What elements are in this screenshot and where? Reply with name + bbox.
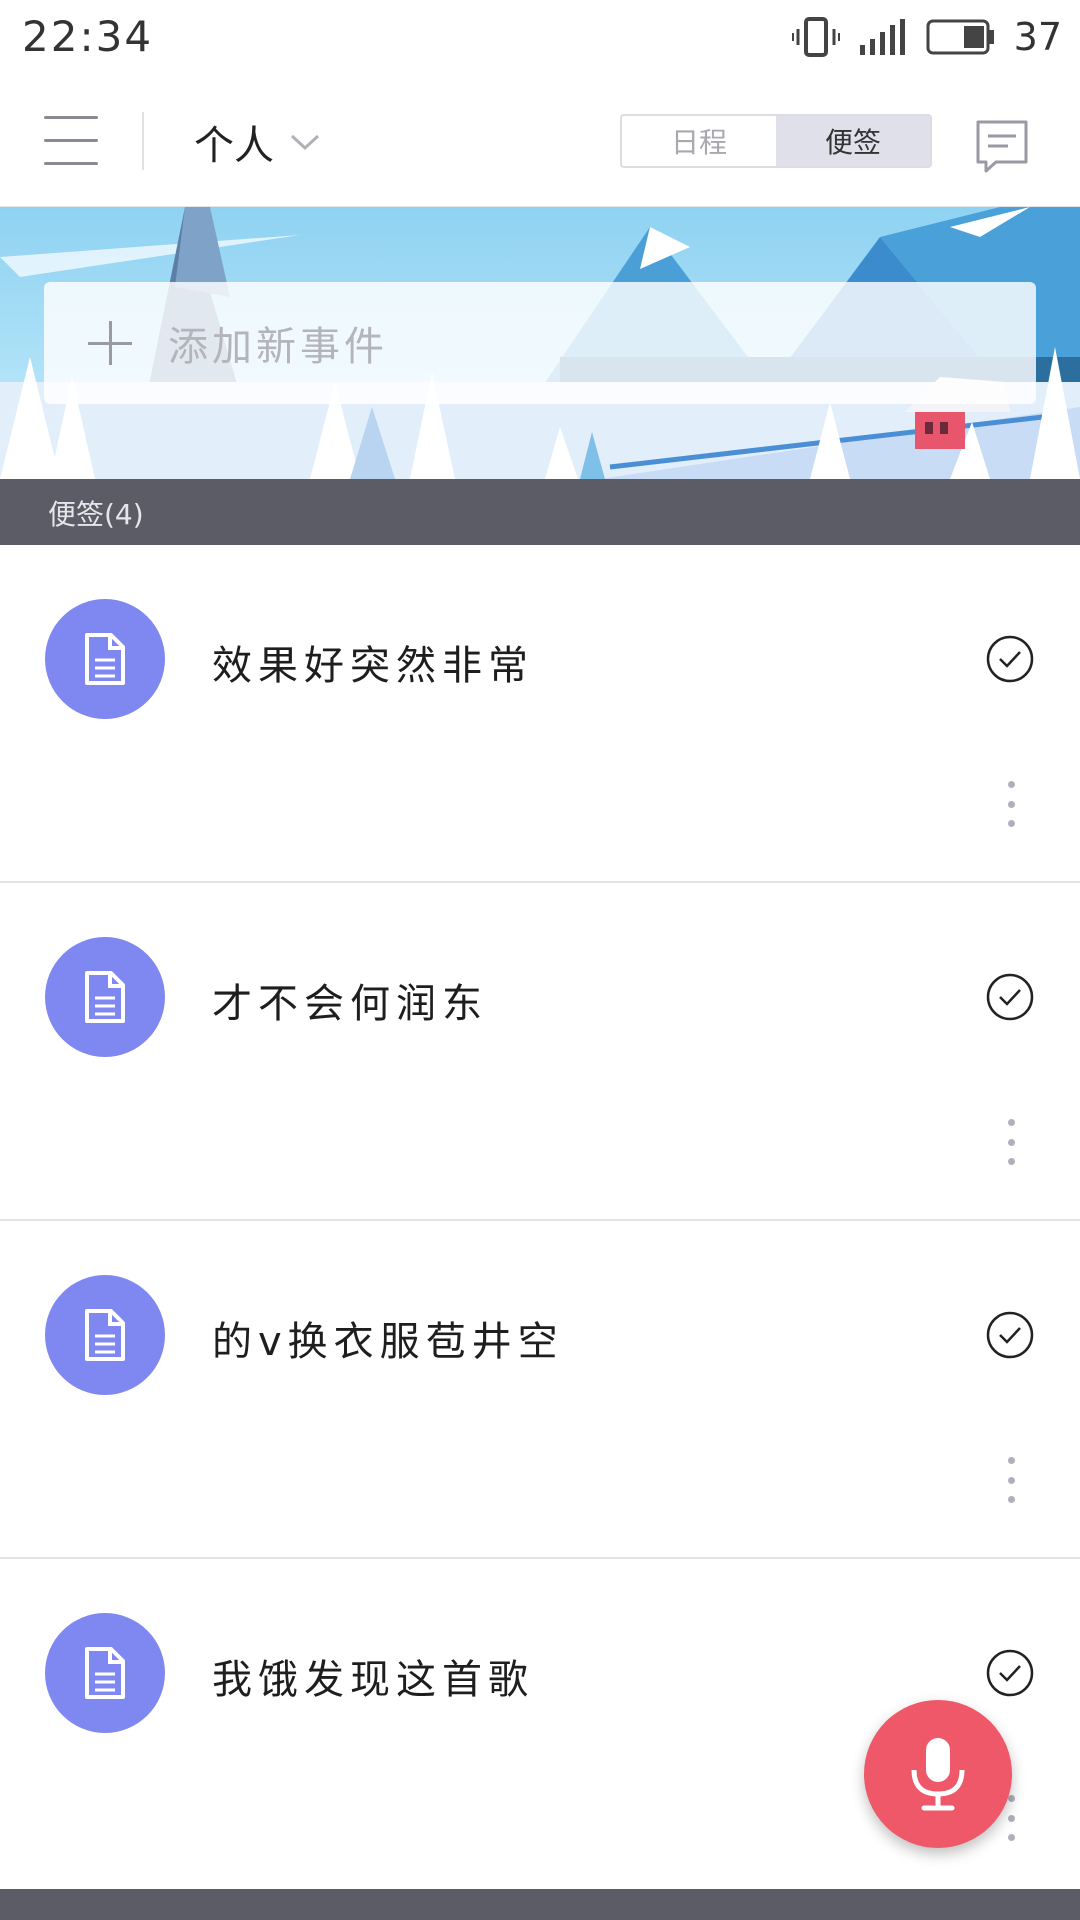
more-options-icon[interactable] xyxy=(1000,1457,1022,1503)
list-item[interactable]: 的v换衣服苞井空 xyxy=(0,1221,1080,1559)
document-icon xyxy=(45,1275,165,1395)
plus-icon xyxy=(88,321,132,365)
chevron-down-icon xyxy=(290,134,320,151)
voice-input-button[interactable] xyxy=(864,1700,1012,1848)
note-title: 效果好突然非常 xyxy=(212,643,534,689)
check-circle-icon[interactable] xyxy=(986,973,1034,1021)
more-options-icon[interactable] xyxy=(1000,1119,1022,1165)
note-title: 才不会何润东 xyxy=(212,981,488,1027)
add-event-bar[interactable]: 添加新事件 xyxy=(44,282,1036,404)
signal-icon xyxy=(859,19,905,55)
message-icon[interactable] xyxy=(974,118,1030,174)
header-divider xyxy=(142,112,144,170)
list-item[interactable]: 才不会何润东 xyxy=(0,883,1080,1221)
notes-section-header: 便签(4) xyxy=(0,479,1080,545)
note-title: 的v换衣服苞井空 xyxy=(212,1319,564,1365)
bottom-bar xyxy=(0,1889,1080,1920)
document-icon xyxy=(45,1613,165,1733)
hamburger-menu-icon[interactable] xyxy=(44,116,98,166)
tab-notes[interactable]: 便签 xyxy=(776,116,930,166)
vibrate-icon xyxy=(791,17,840,57)
microphone-icon xyxy=(911,1738,965,1811)
status-icons: 37 xyxy=(791,12,1062,62)
list-item[interactable]: 效果好突然非常 xyxy=(0,545,1080,883)
battery-icon xyxy=(926,19,994,55)
section-title: 便签(4) xyxy=(48,498,144,531)
notes-list: 效果好突然非常 才不会何润东 的v换衣服苞井空 我饿发现这首歌 xyxy=(0,545,1080,1897)
check-circle-icon[interactable] xyxy=(986,1649,1034,1697)
document-icon xyxy=(45,599,165,719)
tab-schedule[interactable]: 日程 xyxy=(622,116,776,166)
status-bar: 22:34 37 xyxy=(0,0,1080,78)
add-event-placeholder: 添加新事件 xyxy=(168,324,388,370)
account-dropdown[interactable]: 个人 xyxy=(194,110,320,174)
more-options-icon[interactable] xyxy=(1000,781,1022,827)
check-circle-icon[interactable] xyxy=(986,1311,1034,1359)
view-switcher: 日程 便签 xyxy=(620,114,932,168)
document-icon xyxy=(45,937,165,1057)
check-circle-icon[interactable] xyxy=(986,635,1034,683)
account-label: 个人 xyxy=(194,123,274,169)
battery-percent: 37 xyxy=(1013,15,1062,59)
app-header: 个人 日程 便签 xyxy=(0,78,1080,208)
status-time: 22:34 xyxy=(22,12,154,61)
note-title: 我饿发现这首歌 xyxy=(212,1657,534,1703)
